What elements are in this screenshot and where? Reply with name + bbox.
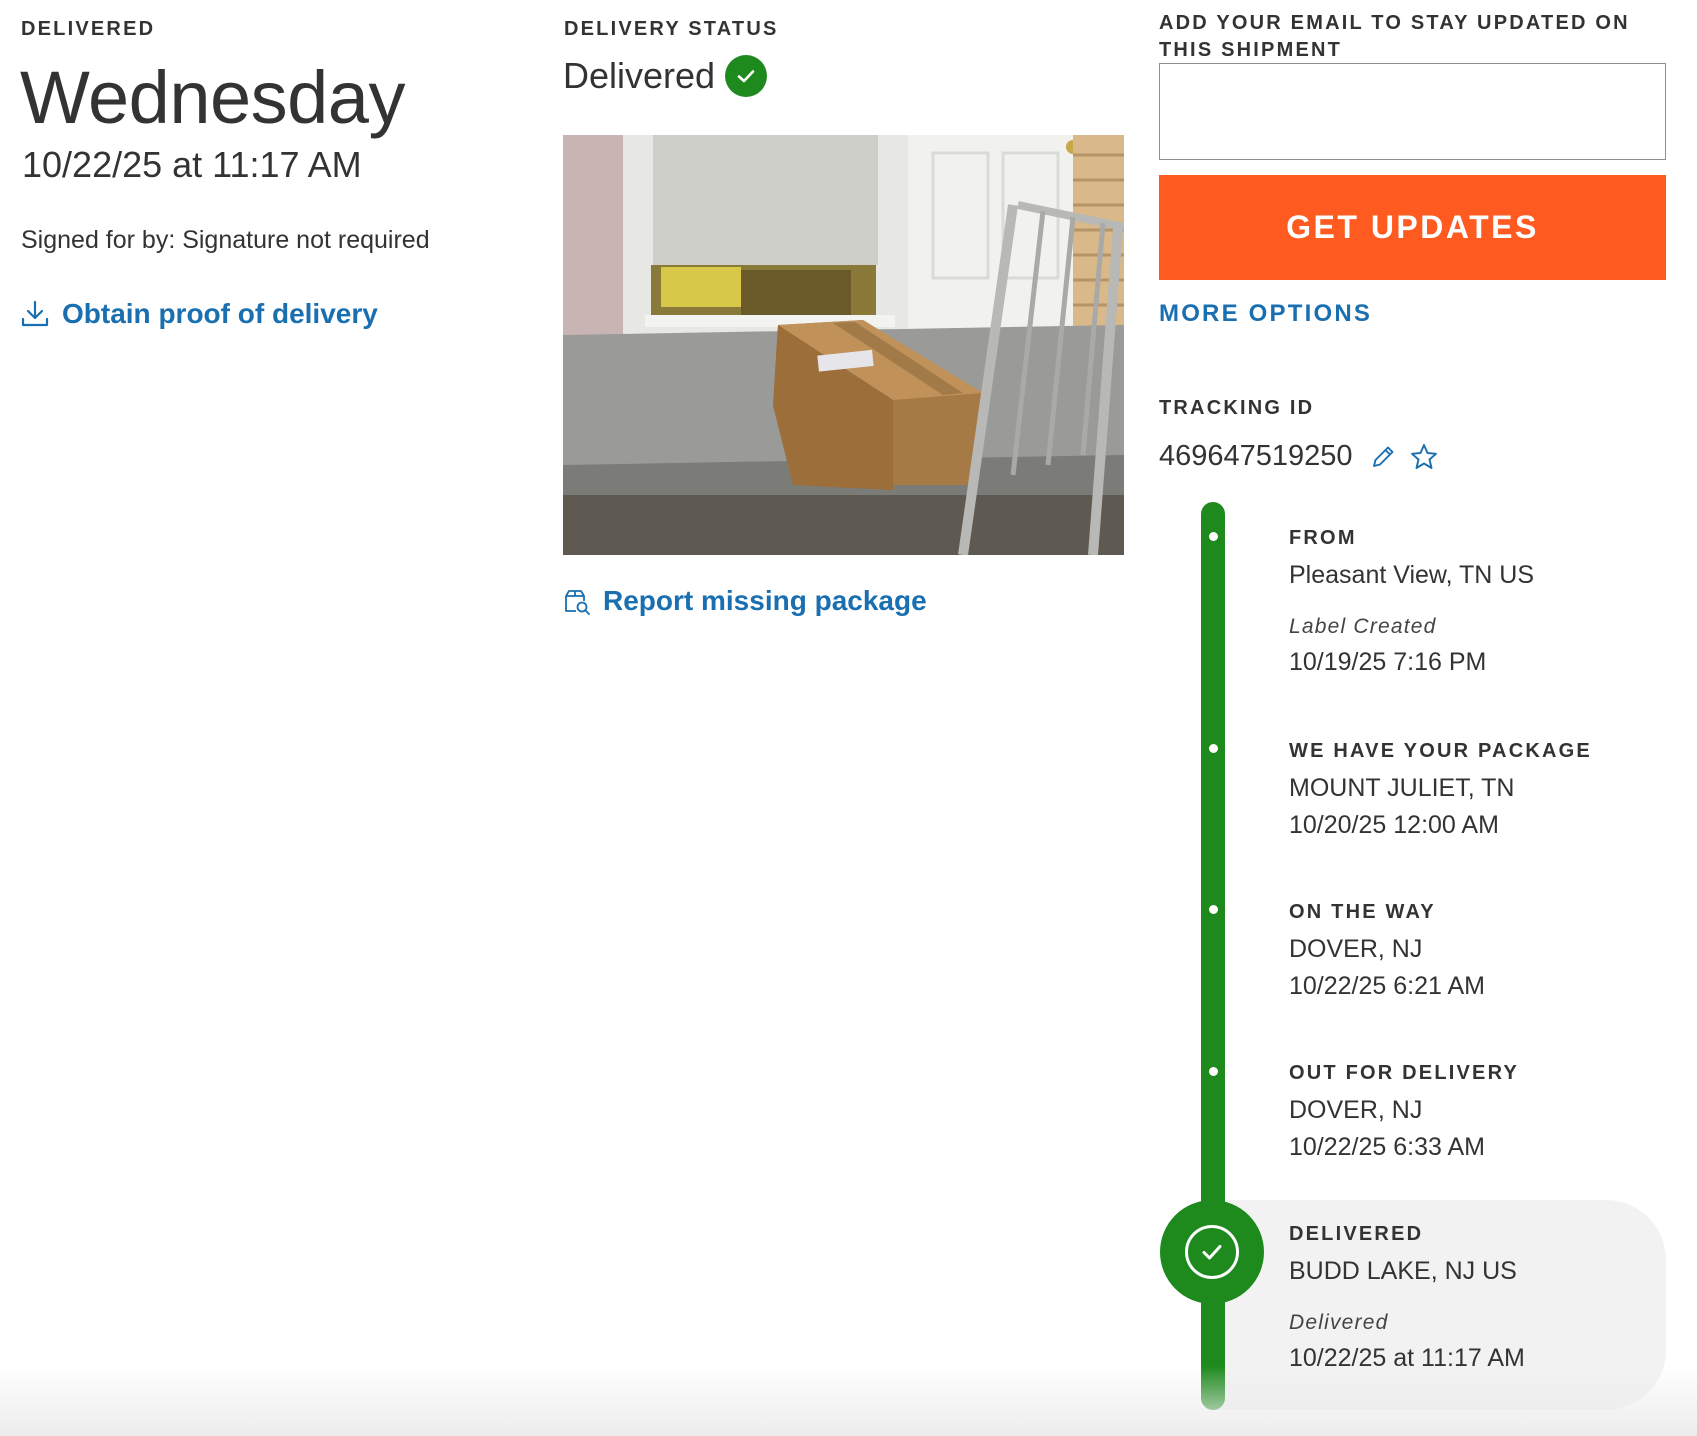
timeline-dot [1209,532,1218,541]
timeline-event-datetime: 10/22/25 6:33 AM [1289,1133,1485,1161]
delivery-photo[interactable] [563,135,1124,555]
email-updates-heading: ADD YOUR EMAIL TO STAY UPDATED ON THIS S… [1159,10,1630,64]
report-missing-label: Report missing package [603,585,927,616]
delivered-check-icon [1160,1200,1264,1304]
obtain-proof-link[interactable]: Obtain proof of delivery [20,298,378,330]
timeline-event-title: OUT FOR DELIVERY [1289,1062,1520,1084]
get-updates-button[interactable]: GET UPDATES [1159,175,1666,280]
timeline-dot [1209,905,1218,914]
tracking-id-row: 469647519250 [1159,440,1439,473]
timeline-event-note: Delivered [1289,1311,1389,1334]
download-icon [20,299,50,329]
delivered-check-ring [1185,1225,1239,1279]
tracking-id-value: 469647519250 [1159,440,1353,472]
timeline-event-title: DELIVERED [1289,1223,1424,1245]
star-icon[interactable] [1409,442,1439,472]
delivered-eyebrow: DELIVERED [21,18,156,40]
timeline-event-datetime: 10/19/25 7:16 PM [1289,648,1487,676]
report-missing-link[interactable]: Report missing package [563,585,927,617]
email-updates-heading-line1: ADD YOUR EMAIL TO STAY UPDATED ON [1159,12,1630,34]
timeline-event-location: DOVER, NJ [1289,1096,1423,1124]
delivery-day: Wednesday [20,56,405,139]
delivery-status-value: Delivered [563,55,768,97]
timeline-event-location: BUDD LAKE, NJ US [1289,1257,1517,1285]
pencil-icon[interactable] [1369,443,1397,471]
timeline-event-title: FROM [1289,527,1357,549]
timeline-event-datetime: 10/20/25 12:00 AM [1289,811,1499,839]
timeline-event-location: DOVER, NJ [1289,935,1423,963]
email-updates-heading-line2: THIS SHIPMENT [1159,39,1343,61]
delivery-status-text: Delivered [563,55,716,96]
delivered-card [1213,1200,1666,1410]
email-input[interactable] [1159,63,1666,160]
timeline-event-title: ON THE WAY [1289,901,1436,923]
timeline-event-datetime: 10/22/25 at 11:17 AM [1289,1344,1525,1372]
timeline-dot [1209,744,1218,753]
delivery-status-eyebrow: DELIVERY STATUS [564,18,779,40]
timeline-event-datetime: 10/22/25 6:21 AM [1289,972,1485,1000]
tracking-id-label: TRACKING ID [1159,397,1315,419]
package-search-icon [563,587,591,615]
check-circle-icon [725,55,768,97]
timeline-event-title: WE HAVE YOUR PACKAGE [1289,740,1592,762]
signed-for: Signed for by: Signature not required [21,226,430,254]
timeline-event-location: Pleasant View, TN US [1289,561,1535,589]
more-options-link[interactable]: MORE OPTIONS [1159,300,1372,328]
timeline-event-location: MOUNT JULIET, TN [1289,774,1515,802]
tracking-page: DELIVERED Wednesday 10/22/25 at 11:17 AM… [0,0,1697,1436]
obtain-proof-label: Obtain proof of delivery [62,298,378,329]
delivery-date-time: 10/22/25 at 11:17 AM [22,144,362,185]
timeline-event-note: Label Created [1289,615,1437,638]
timeline-dot [1209,1067,1218,1076]
